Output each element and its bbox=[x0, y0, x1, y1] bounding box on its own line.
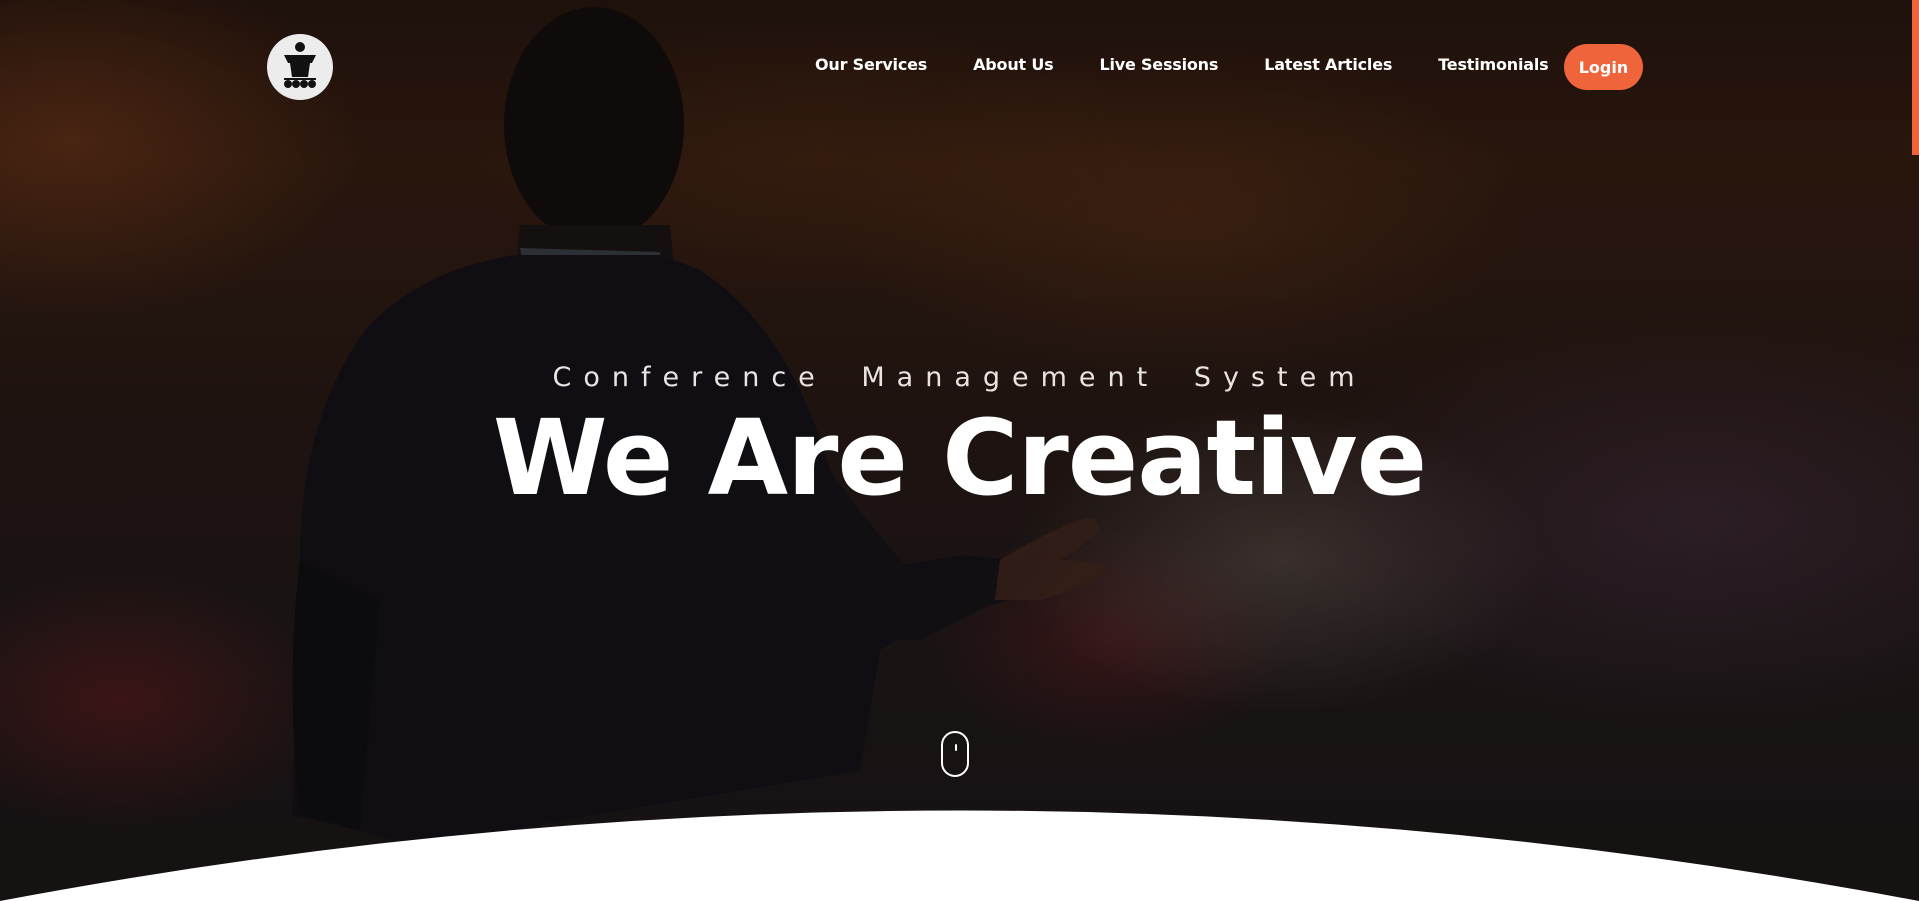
page-scrollbar[interactable] bbox=[1912, 0, 1919, 155]
login-button[interactable]: Login bbox=[1564, 44, 1643, 90]
nav-latest-articles[interactable]: Latest Articles bbox=[1264, 52, 1392, 78]
nav-about-us[interactable]: About Us bbox=[973, 52, 1054, 78]
conference-logo-icon bbox=[284, 42, 316, 88]
nav-live-sessions[interactable]: Live Sessions bbox=[1099, 52, 1218, 78]
mouse-scroll-icon[interactable] bbox=[941, 731, 969, 777]
main-nav: Our Services About Us Live Sessions Late… bbox=[815, 52, 1594, 78]
hero-title: We Are Creative bbox=[492, 397, 1427, 519]
bottom-curve bbox=[0, 810, 1919, 901]
nav-testimonials[interactable]: Testimonials bbox=[1438, 52, 1548, 78]
nav-our-services[interactable]: Our Services bbox=[815, 52, 927, 78]
mouse-wheel bbox=[955, 744, 957, 751]
hero-subtitle: Conference Management System bbox=[552, 362, 1367, 393]
page: Our Services About Us Live Sessions Late… bbox=[0, 0, 1919, 901]
site-logo[interactable] bbox=[267, 34, 333, 100]
